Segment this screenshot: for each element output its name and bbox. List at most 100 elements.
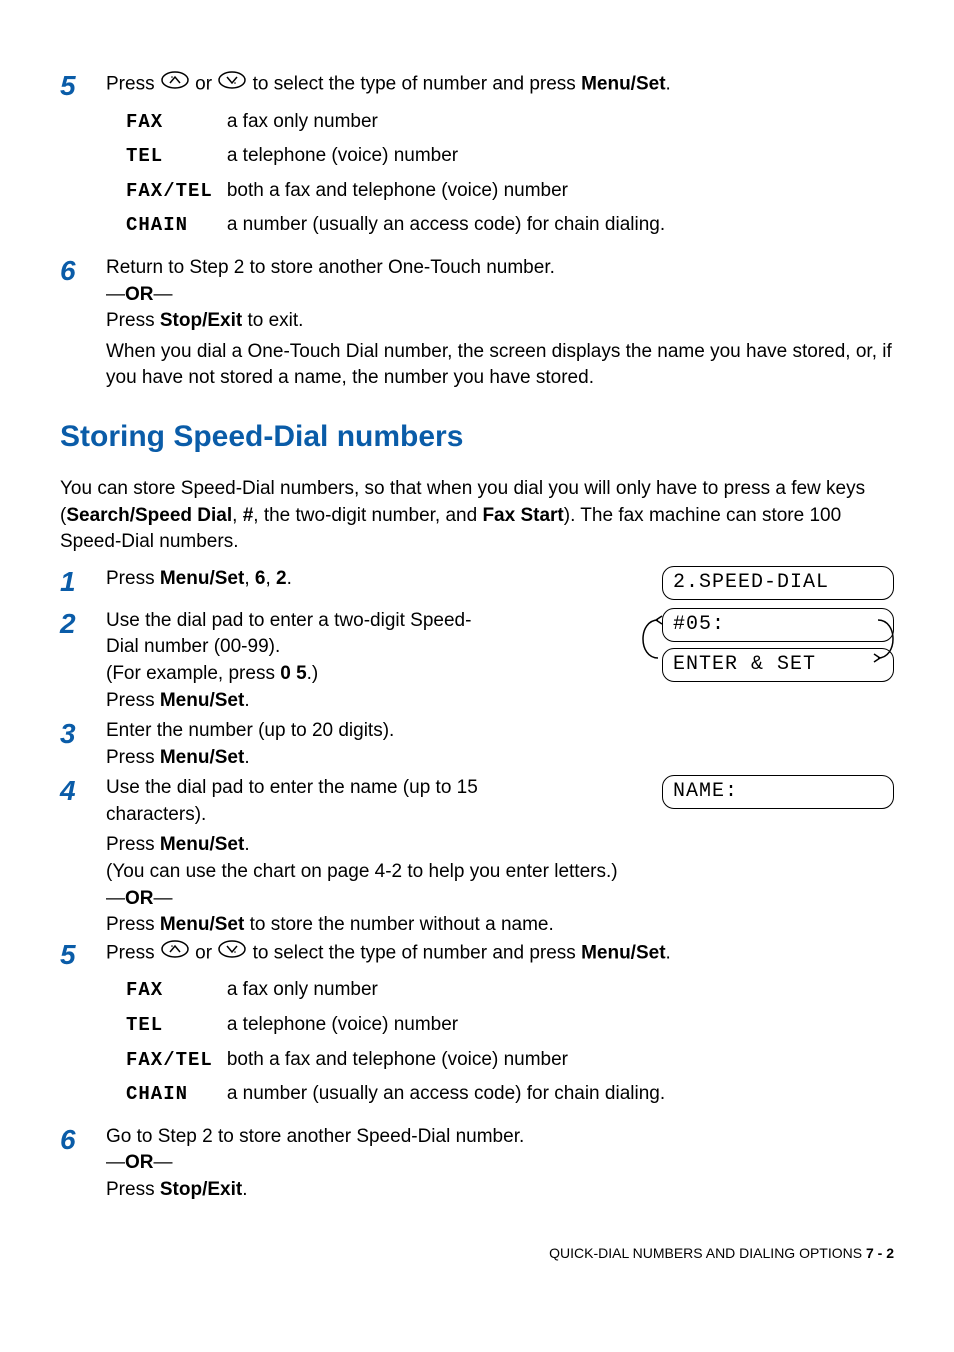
key-label: 0 5 <box>280 663 306 684</box>
text: . <box>666 73 671 94</box>
text: .) <box>307 663 319 684</box>
lcd-display: NAME: <box>662 775 894 809</box>
text: Press <box>106 1179 160 1200</box>
text: (For example, press <box>106 663 280 684</box>
press-line: Press Menu/Set. <box>106 832 894 859</box>
press-line: Press Menu/Set. <box>106 745 894 772</box>
table-row: FAXa fax only number <box>126 105 679 140</box>
or-line: —OR— <box>106 282 894 309</box>
text: , <box>244 568 255 589</box>
dash: — <box>154 888 173 909</box>
step-number: 3 <box>60 718 106 771</box>
key-label: 2 <box>276 568 287 589</box>
dash: — <box>106 284 125 305</box>
press-line: Press Menu/Set. <box>106 688 642 715</box>
dash: — <box>154 1152 173 1173</box>
text: Enter the number (up to 20 digits). <box>106 718 894 745</box>
step-6-first: 6 Return to Step 2 to store another One-… <box>60 255 894 392</box>
menu-set-label: Menu/Set <box>160 747 244 768</box>
text: Return to Step 2 to store another One-To… <box>106 255 894 282</box>
text: Use the dial pad to enter a two-digit Sp… <box>106 608 476 661</box>
type-desc: a fax only number <box>227 973 679 1008</box>
text: Go to Step 2 to store another Speed-Dial… <box>106 1124 894 1151</box>
step-body: Use the dial pad to enter the name (up t… <box>106 775 894 828</box>
type-desc: a telephone (voice) number <box>227 139 679 174</box>
type-desc: a number (usually an access code) for ch… <box>227 1077 679 1112</box>
step-body: Enter the number (up to 20 digits). Pres… <box>106 718 894 771</box>
section-heading: Storing Speed-Dial numbers <box>60 416 894 458</box>
table-row: TELa telephone (voice) number <box>126 139 679 174</box>
step-1: 1 Press Menu/Set, 6, 2. 2.SPEED-DIAL <box>60 566 894 600</box>
or-line: —OR— <box>106 1150 894 1177</box>
key-label: # <box>243 505 254 526</box>
step-number: 6 <box>60 1124 106 1204</box>
type-code: FAX <box>126 105 227 140</box>
type-desc: a number (usually an access code) for ch… <box>227 208 679 243</box>
text: . <box>244 690 249 711</box>
step-body: Press or to select the type of number an… <box>106 70 894 251</box>
lcd-display: ENTER & SET <box>662 648 894 682</box>
step-number: 2 <box>60 608 106 714</box>
step-number: 4 <box>60 775 106 828</box>
text: Press <box>106 914 160 935</box>
step-5-first: 5 Press or to select the type of number … <box>60 70 894 251</box>
or-line: —OR— <box>106 886 894 913</box>
step-body: Return to Step 2 to store another One-To… <box>106 255 894 392</box>
text: to exit. <box>242 310 303 331</box>
text: to select the type of number and press <box>253 942 581 963</box>
step-body: Press or to select the type of number an… <box>106 939 894 1120</box>
text: or <box>195 942 217 963</box>
type-code: CHAIN <box>126 208 227 243</box>
document-page: 5 Press or to select the type of number … <box>0 0 954 1303</box>
text: Press <box>106 310 160 331</box>
table-row: FAX/TELboth a fax and telephone (voice) … <box>126 1043 679 1078</box>
text: . <box>242 1179 247 1200</box>
up-arrow-key-icon <box>160 70 190 99</box>
up-arrow-key-icon <box>160 939 190 968</box>
type-desc: both a fax and telephone (voice) number <box>227 174 679 209</box>
text: or <box>195 73 217 94</box>
text: . <box>244 834 249 855</box>
menu-set-label: Menu/Set <box>160 834 244 855</box>
or-label: OR <box>125 888 154 909</box>
type-desc: a telephone (voice) number <box>227 1008 679 1043</box>
text: Press <box>106 568 160 589</box>
number-type-table: FAXa fax only number TELa telephone (voi… <box>126 973 679 1111</box>
intro-paragraph: You can store Speed-Dial numbers, so tha… <box>60 476 894 556</box>
number-type-table: FAXa fax only number TELa telephone (voi… <box>126 105 679 243</box>
type-code: TEL <box>126 1008 227 1043</box>
text: , <box>232 505 243 526</box>
type-code: FAX/TEL <box>126 1043 227 1078</box>
text: Press <box>106 834 160 855</box>
text: Press <box>106 73 160 94</box>
text: (You can use the chart on page 4-2 to he… <box>106 859 894 886</box>
alt-line: Press Menu/Set to store the number witho… <box>106 912 894 939</box>
or-label: OR <box>125 1152 154 1173</box>
step-4-continued: Press Menu/Set. (You can use the chart o… <box>106 832 894 938</box>
type-code: FAX <box>126 973 227 1008</box>
step-body: Use the dial pad to enter a two-digit Sp… <box>106 608 894 714</box>
example-line: (For example, press 0 5.) <box>106 661 642 688</box>
key-label: 6 <box>255 568 266 589</box>
text: Press <box>106 942 160 963</box>
menu-set-label: Menu/Set <box>160 690 244 711</box>
text: , the two-digit number, and <box>253 505 482 526</box>
step-5-second: 5 Press or to select the type of number … <box>60 939 894 1120</box>
down-arrow-key-icon <box>217 939 247 968</box>
step-body: Press Menu/Set, 6, 2. 2.SPEED-DIAL <box>106 566 894 600</box>
step-number: 5 <box>60 70 106 251</box>
text: Use the dial pad to enter the name (up t… <box>106 775 536 828</box>
step-number: 6 <box>60 255 106 392</box>
text: When you dial a One-Touch Dial number, t… <box>106 339 894 392</box>
step-6-second: 6 Go to Step 2 to store another Speed-Di… <box>60 1124 894 1204</box>
dash: — <box>106 888 125 909</box>
type-desc: both a fax and telephone (voice) number <box>227 1043 679 1078</box>
text: . <box>244 747 249 768</box>
or-label: OR <box>125 284 154 305</box>
footer-text: QUICK-DIAL NUMBERS AND DIALING OPTIONS <box>549 1245 866 1261</box>
text: . <box>666 942 671 963</box>
step-number: 5 <box>60 939 106 1120</box>
type-desc: a fax only number <box>227 105 679 140</box>
key-label: Search/Speed Dial <box>66 505 232 526</box>
step-number: 1 <box>60 566 106 600</box>
